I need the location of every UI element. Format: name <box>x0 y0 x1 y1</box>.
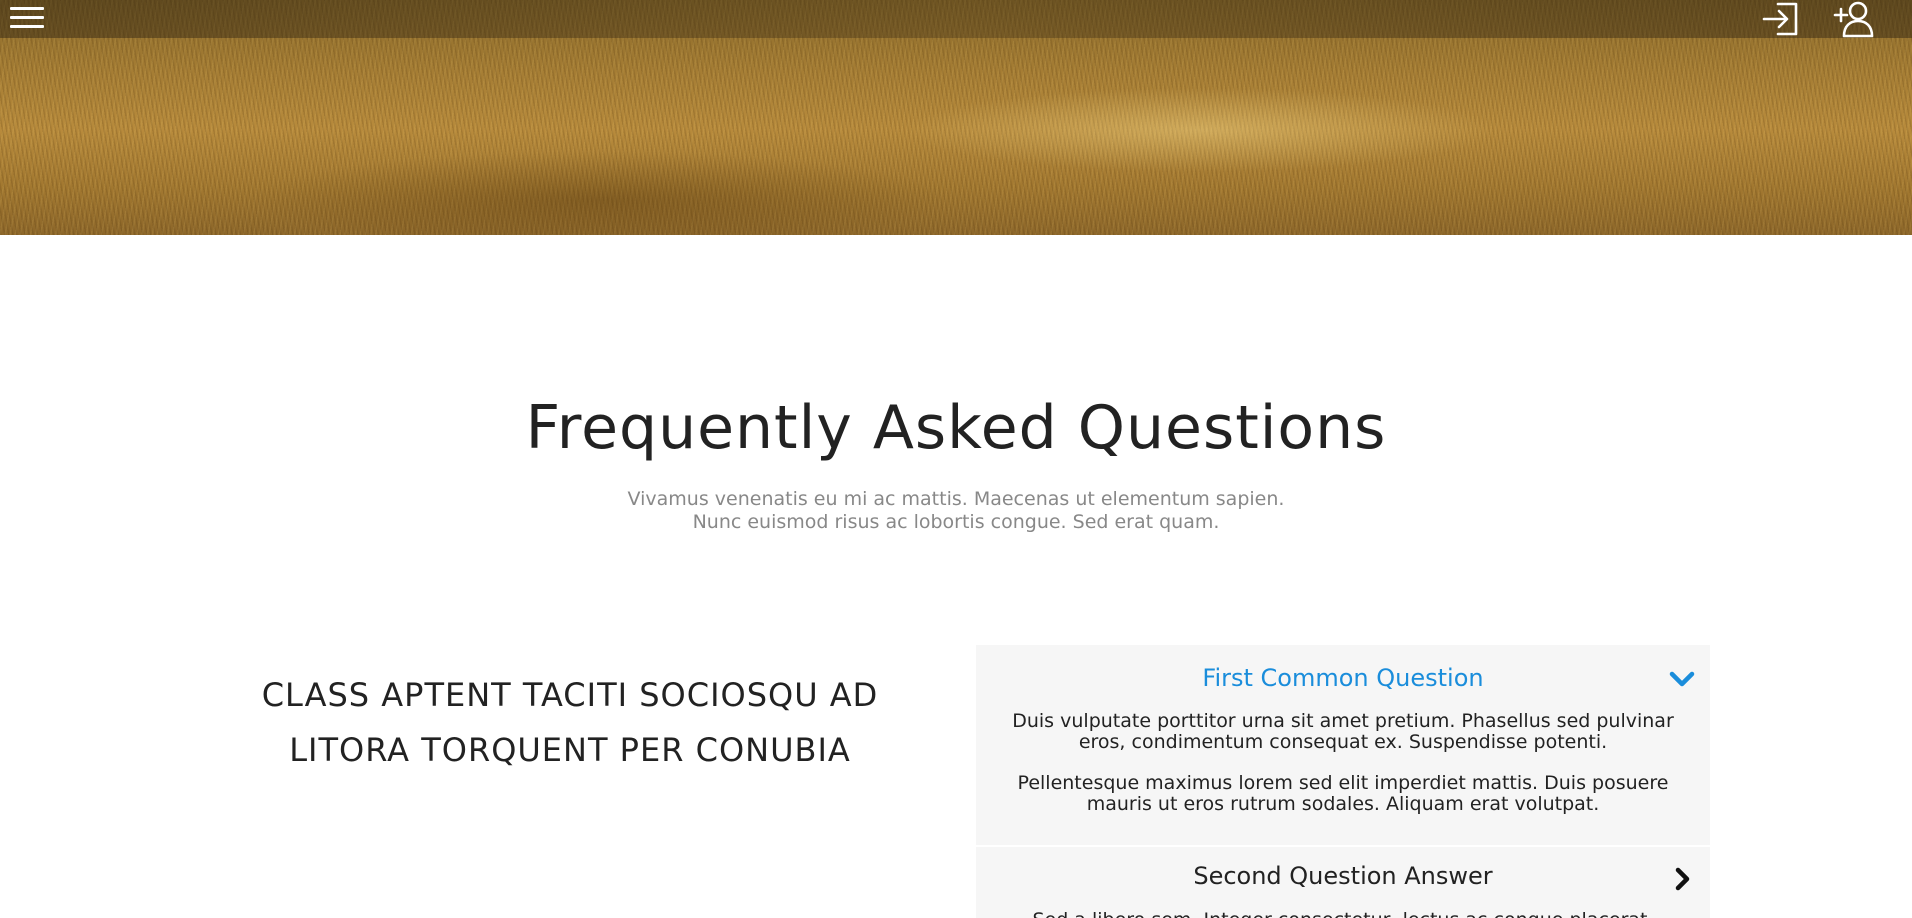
hero-banner <box>0 0 1912 235</box>
page-title: Frequently Asked Questions <box>525 393 1387 463</box>
section-heading-line: CLASS APTENT TACITI SOCIOSQU AD <box>261 676 879 714</box>
faq-answer-paragraph: Duis vulputate porttitor urna sit amet p… <box>1012 710 1674 753</box>
hamburger-menu-icon[interactable] <box>8 4 46 32</box>
chevron-right-icon[interactable] <box>1668 867 1696 891</box>
faq-answer-paragraph: Pellentesque maximus lorem sed elit impe… <box>1017 772 1669 815</box>
login-icon[interactable] <box>1758 0 1802 38</box>
menu-line <box>10 25 44 28</box>
faq-item-header[interactable]: First Common Question <box>976 645 1710 711</box>
faq-item-header[interactable]: Second Question Answer <box>976 847 1710 913</box>
menu-line <box>10 16 44 19</box>
subtitle-line: Nunc euismod risus ac lobortis congue. S… <box>692 511 1220 533</box>
faq-question[interactable]: First Common Question <box>976 661 1710 695</box>
faq-item: First Common Question Duis vulputate por… <box>976 645 1710 845</box>
faq-answer: Duis vulputate porttitor urna sit amet p… <box>976 711 1710 815</box>
add-user-icon[interactable] <box>1832 0 1876 38</box>
page-subtitle: Vivamus venenatis eu mi ac mattis. Maece… <box>0 488 1912 534</box>
menu-line <box>10 7 44 10</box>
chevron-down-icon[interactable] <box>1668 667 1696 691</box>
subtitle-line: Vivamus venenatis eu mi ac mattis. Maece… <box>627 488 1285 510</box>
faq-accordion: First Common Question Duis vulputate por… <box>976 645 1710 918</box>
top-navigation-bar <box>0 0 1912 38</box>
section-heading: CLASS APTENT TACITI SOCIOSQU AD LITORA T… <box>230 668 910 778</box>
faq-item: Second Question Answer Sed a libero sem.… <box>976 847 1710 918</box>
faq-answer-peek: Sed a libero sem. Integer consectetur, l… <box>1006 910 1680 918</box>
section-heading-line: LITORA TORQUENT PER CONUBIA <box>289 731 851 769</box>
faq-question[interactable]: Second Question Answer <box>976 859 1710 893</box>
